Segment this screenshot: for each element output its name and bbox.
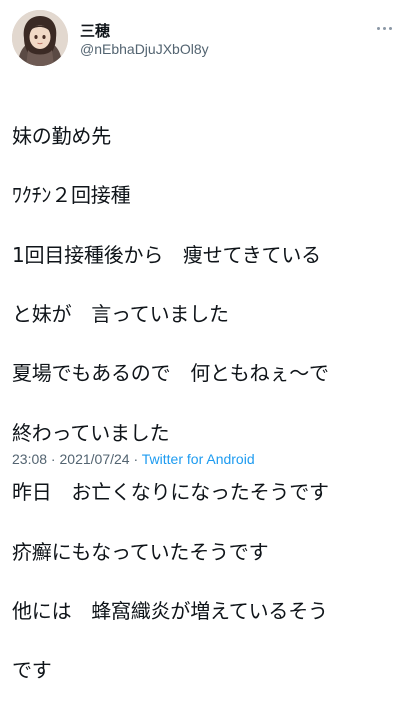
meta-separator: · xyxy=(129,451,142,467)
meta-separator: · xyxy=(47,451,60,467)
more-dot xyxy=(382,26,386,30)
tweet-text-line: 1回目接種後から 痩せてきている xyxy=(12,242,321,267)
tweet-header: 三穂 @nEbhaDjuJXbOl8y xyxy=(12,10,397,66)
tweet-text-line: と妹が 言っていました xyxy=(12,301,229,326)
more-dot xyxy=(376,26,380,30)
tweet-text-line: です xyxy=(12,658,52,683)
tweet-meta: 23:08 · 2021/07/24 · Twitter for Android xyxy=(12,450,255,468)
tweet: 三穂 @nEbhaDjuJXbOl8y 妹の勤め先 ﾜｸﾁﾝ２回接種 1回目接種… xyxy=(0,0,409,682)
tweet-time[interactable]: 23:08 xyxy=(12,451,47,467)
tweet-text-line: 他には 蜂窩織炎が増えているそう xyxy=(12,598,328,623)
more-horizontal-icon[interactable] xyxy=(371,20,397,36)
tweet-source-link[interactable]: Twitter for Android xyxy=(142,451,255,467)
display-name[interactable]: 三穂 xyxy=(80,22,209,40)
avatar[interactable] xyxy=(12,10,68,66)
tweet-text-line: 夏場でもあるので 何ともねぇ〜で xyxy=(12,361,329,386)
tweet-text: 妹の勤め先 ﾜｸﾁﾝ２回接種 1回目接種後から 痩せてきている と妹が 言ってい… xyxy=(12,92,404,716)
author-names: 三穂 @nEbhaDjuJXbOl8y xyxy=(80,22,209,58)
tweet-date[interactable]: 2021/07/24 xyxy=(60,451,130,467)
avatar-illustration xyxy=(12,10,68,66)
tweet-text-line: ﾜｸﾁﾝ２回接種 xyxy=(12,183,131,208)
user-handle[interactable]: @nEbhaDjuJXbOl8y xyxy=(80,40,209,58)
tweet-text-line: 昨日 お亡くなりになったそうです xyxy=(12,480,329,505)
tweet-text-line: 疥癬にもなっていたそうです xyxy=(12,539,269,564)
tweet-text-line: 終わっていました xyxy=(12,420,170,445)
more-dot xyxy=(388,26,392,30)
tweet-text-line: 妹の勤め先 xyxy=(12,123,111,148)
